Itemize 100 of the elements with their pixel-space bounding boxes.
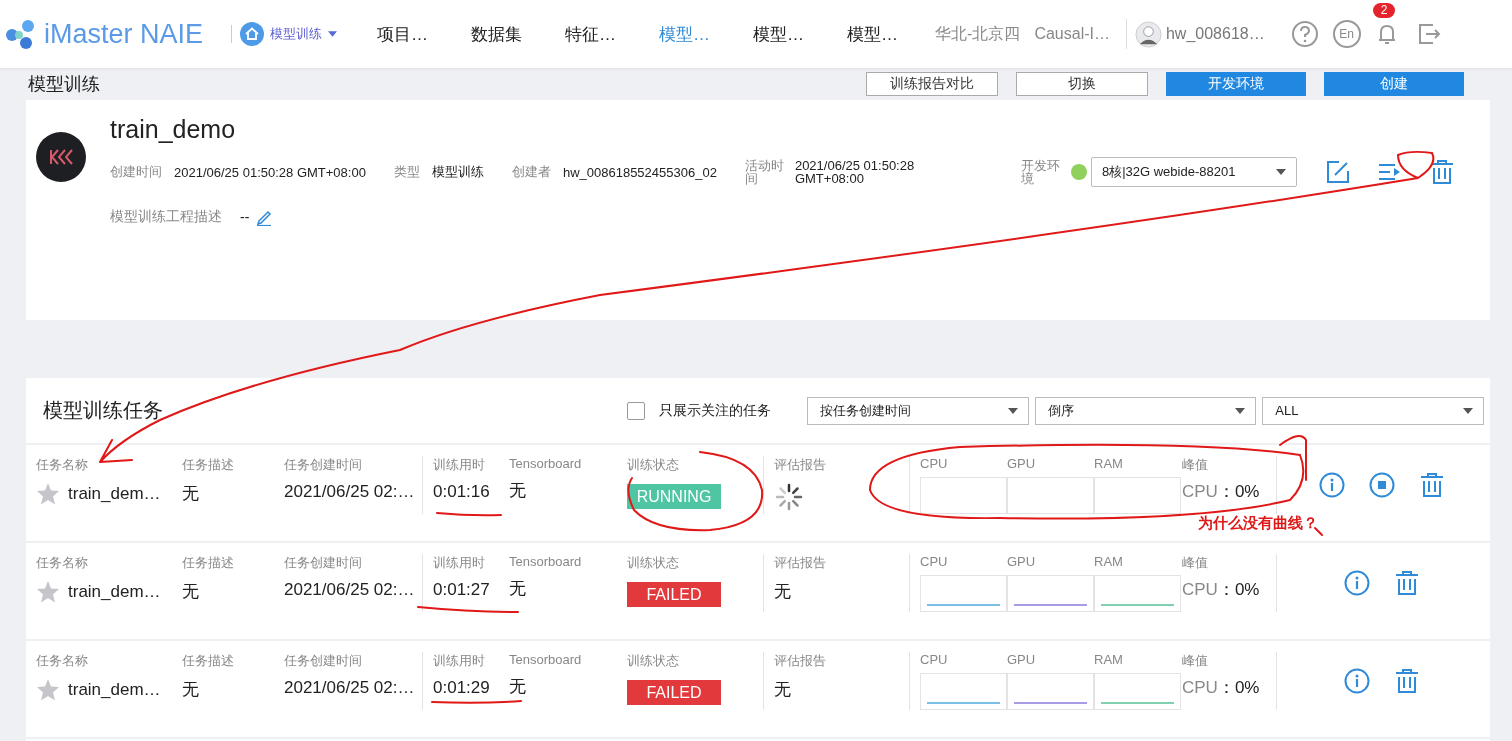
column-label: 任务描述 bbox=[182, 456, 235, 474]
help-icon[interactable] bbox=[1290, 20, 1319, 48]
column-label: Tensorboard bbox=[509, 652, 583, 667]
table-cell-text: 2021/06/25 02:… bbox=[284, 678, 416, 698]
page-title: 模型训练 bbox=[28, 73, 100, 96]
stop-icon[interactable] bbox=[1368, 472, 1395, 498]
table-cell-text: 无 bbox=[182, 581, 200, 603]
column-label: CPU bbox=[920, 652, 949, 667]
field-value: 2021/06/25 01:50:28 GMT+08:00 bbox=[794, 159, 916, 185]
field-value: -- bbox=[240, 209, 250, 225]
star-icon[interactable] bbox=[36, 580, 60, 604]
region-selector[interactable]: 华北-北京四 bbox=[935, 23, 1021, 45]
column-label: 评估报告 bbox=[774, 652, 827, 670]
field-value: 模型训练 bbox=[431, 163, 484, 181]
nav-tab[interactable]: 特征… bbox=[565, 22, 660, 46]
table-cell-text: 0:01:27 bbox=[433, 580, 491, 600]
table-cell-text: 无 bbox=[509, 480, 527, 502]
nav-tab[interactable]: 数据集 bbox=[471, 22, 566, 46]
filter-dropdown[interactable]: ALL bbox=[1262, 396, 1484, 425]
column-label: RAM bbox=[1094, 456, 1124, 471]
status-badge: RUNNING bbox=[627, 484, 721, 509]
status-dot bbox=[1070, 164, 1087, 180]
checkbox[interactable] bbox=[627, 401, 646, 420]
status-badge: FAILED bbox=[627, 680, 721, 705]
column-label: CPU bbox=[920, 554, 949, 569]
table-cell-text: 无 bbox=[774, 679, 792, 701]
column-label: 任务名称 bbox=[36, 652, 89, 670]
table-cell-text: 无 bbox=[182, 679, 200, 701]
caret-icon[interactable] bbox=[1235, 407, 1246, 414]
peak-metric: CPU bbox=[1182, 580, 1218, 599]
column-label: 训练状态 bbox=[627, 554, 680, 572]
toolbar-button[interactable]: 切换 bbox=[1016, 72, 1148, 96]
caret-icon[interactable] bbox=[1463, 407, 1473, 414]
delete-icon[interactable] bbox=[1393, 570, 1420, 596]
language-button[interactable]: En bbox=[1332, 20, 1361, 48]
column-label: 任务创建时间 bbox=[284, 652, 363, 670]
table-cell-text: 无 bbox=[774, 581, 792, 603]
nav-tab[interactable]: 模型… bbox=[753, 22, 848, 46]
delete-icon[interactable] bbox=[1418, 472, 1445, 498]
table-cell-text: 2021/06/25 02:… bbox=[284, 482, 416, 502]
delete-icon[interactable] bbox=[1393, 668, 1420, 694]
column-label: 任务创建时间 bbox=[284, 456, 363, 474]
column-label: 峰值 bbox=[1182, 652, 1209, 670]
column-label: Tensorboard bbox=[509, 554, 583, 569]
info-icon[interactable] bbox=[1343, 668, 1370, 694]
info-icon[interactable] bbox=[1343, 570, 1370, 596]
table-cell-text: 2021/06/25 02:… bbox=[284, 580, 416, 600]
workspace-dropdown[interactable]: 模型训练 bbox=[270, 25, 323, 43]
section-title: 模型训练任务 bbox=[43, 398, 164, 423]
column-label: 训练状态 bbox=[627, 652, 680, 670]
avatar-icon[interactable] bbox=[1134, 20, 1162, 48]
table-cell-text: 无 bbox=[182, 483, 200, 505]
field-value: hw_008618552455306_02 bbox=[562, 164, 717, 180]
notification-badge: 2 bbox=[1372, 3, 1396, 18]
star-icon[interactable] bbox=[36, 678, 60, 702]
table-cell-text: 无 bbox=[509, 578, 527, 600]
home-icon[interactable] bbox=[240, 22, 265, 46]
edit-icon[interactable] bbox=[1324, 159, 1351, 185]
column-label: 峰值 bbox=[1182, 554, 1209, 572]
field-label: 创建时间 bbox=[110, 163, 162, 181]
table-cell-text: 0:01:29 bbox=[433, 678, 491, 698]
toolbar-button[interactable]: 训练报告对比 bbox=[866, 72, 998, 96]
table-cell-text: 0:01:16 bbox=[433, 482, 491, 502]
column-label: 任务名称 bbox=[36, 554, 89, 572]
environment-dropdown[interactable]: 8核|32G webide-88201 bbox=[1090, 157, 1297, 187]
column-label: 任务描述 bbox=[182, 554, 235, 572]
info-icon[interactable] bbox=[1318, 472, 1345, 498]
column-label: GPU bbox=[1007, 554, 1037, 569]
toolbar-button[interactable]: 创建 bbox=[1324, 72, 1464, 96]
nav-tab[interactable]: 项目… bbox=[377, 22, 472, 46]
table-cell-text: 无 bbox=[509, 676, 527, 698]
column-label: 训练状态 bbox=[627, 456, 680, 474]
peak-value: ：0% bbox=[1217, 580, 1260, 599]
column-label: 任务创建时间 bbox=[284, 554, 363, 572]
checkbox-label[interactable]: 只展示关注的任务 bbox=[659, 401, 807, 420]
field-label: 活动时间 bbox=[744, 159, 785, 185]
caret-icon[interactable] bbox=[328, 31, 338, 37]
caret-icon[interactable] bbox=[1275, 169, 1286, 175]
star-icon[interactable] bbox=[36, 482, 60, 506]
task-name[interactable]: train_dem… bbox=[68, 582, 161, 602]
column-label: 训练用时 bbox=[433, 652, 486, 670]
sort-dropdown[interactable]: 按任务创建时间 bbox=[806, 396, 1029, 425]
caret-icon[interactable] bbox=[1007, 407, 1018, 414]
field-label: 开发环境 bbox=[1020, 159, 1061, 185]
field-label: 类型 bbox=[393, 163, 420, 181]
field-label: 模型训练工程描述 bbox=[110, 208, 222, 226]
peak-metric: CPU bbox=[1182, 678, 1218, 697]
column-label: RAM bbox=[1094, 554, 1124, 569]
task-name[interactable]: train_dem… bbox=[68, 484, 161, 504]
user-name[interactable]: hw_008618… bbox=[1165, 25, 1265, 43]
pencil-icon[interactable] bbox=[255, 208, 274, 226]
project-name: train_demo bbox=[110, 114, 237, 145]
toolbar-button[interactable]: 开发环境 bbox=[1166, 72, 1306, 96]
column-label: 训练用时 bbox=[433, 554, 486, 572]
order-dropdown[interactable]: 倒序 bbox=[1034, 396, 1257, 425]
task-name[interactable]: train_dem… bbox=[68, 680, 161, 700]
project-selector[interactable]: Causal-I… bbox=[1034, 25, 1110, 43]
peak-value: ：0% bbox=[1217, 678, 1260, 697]
nav-tab[interactable]: 模型… bbox=[659, 22, 754, 46]
column-label: 任务名称 bbox=[36, 456, 89, 474]
